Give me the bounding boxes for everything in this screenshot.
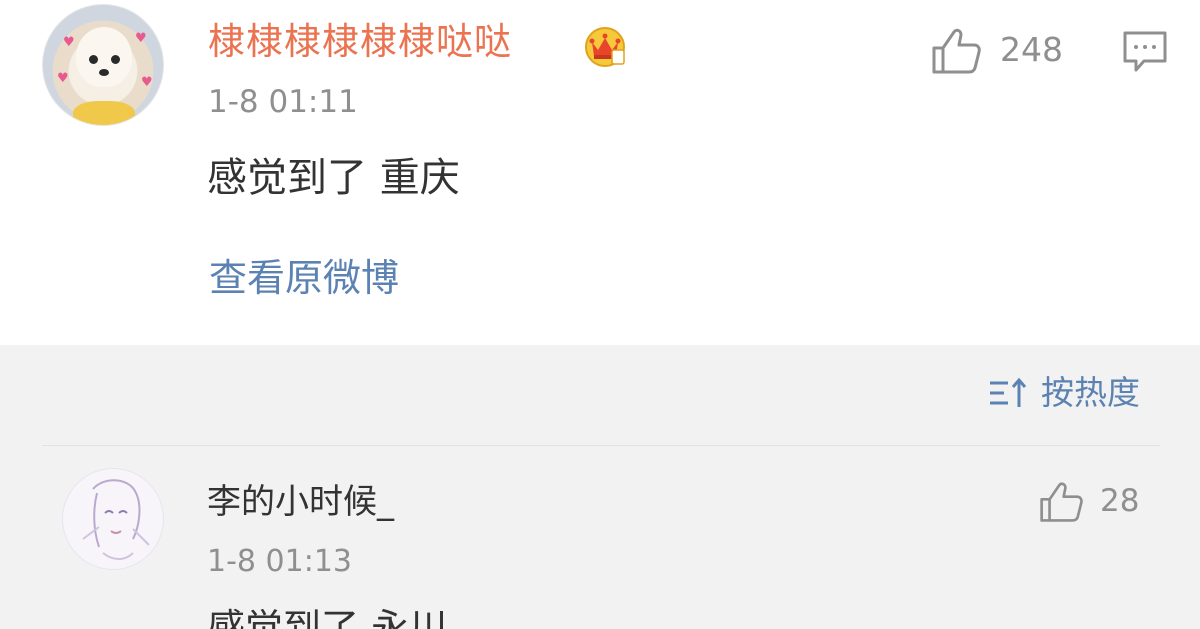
sort-by-heat-button[interactable]: 按热度 bbox=[1041, 371, 1140, 415]
avatar[interactable]: ♥ ♥ ♥ ♥ bbox=[42, 4, 164, 126]
comment-username[interactable]: 李的小时候_ bbox=[207, 480, 394, 524]
view-original-link[interactable]: 查看原微博 bbox=[209, 253, 399, 303]
avatar-sketch-icon bbox=[82, 479, 150, 560]
thumbs-up-icon[interactable] bbox=[930, 26, 982, 76]
post-content: 感觉到了 重庆 bbox=[207, 155, 460, 201]
post-username[interactable]: 棣棣棣棣棣棣哒哒 bbox=[208, 18, 512, 66]
post-like-count: 248 bbox=[1000, 30, 1063, 69]
heart-icon: ♥ bbox=[57, 71, 69, 86]
avatar[interactable] bbox=[62, 468, 164, 570]
avatar-bib bbox=[73, 101, 135, 125]
post-timestamp: 1-8 01:11 bbox=[208, 84, 358, 120]
comment-timestamp: 1-8 01:13 bbox=[207, 544, 352, 579]
avatar-nose bbox=[99, 69, 109, 76]
main-post: ♥ ♥ ♥ ♥ 棣棣棣棣棣棣哒哒 1-8 01:11 248 感觉到了 重庆 查… bbox=[0, 0, 1200, 345]
avatar-dog-face bbox=[76, 27, 132, 87]
vip-crown-icon[interactable] bbox=[582, 22, 628, 68]
sort-icon[interactable] bbox=[988, 377, 1028, 411]
heart-icon: ♥ bbox=[63, 35, 75, 50]
sort-bar: 按热度 bbox=[0, 345, 1200, 445]
heart-icon: ♥ bbox=[135, 31, 147, 46]
heart-icon: ♥ bbox=[141, 75, 153, 90]
divider bbox=[42, 445, 1160, 446]
comment-icon[interactable] bbox=[1122, 30, 1168, 74]
avatar-eye bbox=[111, 55, 120, 64]
comments-section: 按热度 李的小时候_ 1-8 01:13 28 感觉到了 永川 bbox=[0, 345, 1200, 629]
comment-content: 感觉到了 永川 bbox=[207, 606, 448, 629]
comment-like-count: 28 bbox=[1100, 483, 1140, 519]
avatar-eye bbox=[89, 55, 98, 64]
thumbs-up-icon[interactable] bbox=[1038, 480, 1084, 524]
